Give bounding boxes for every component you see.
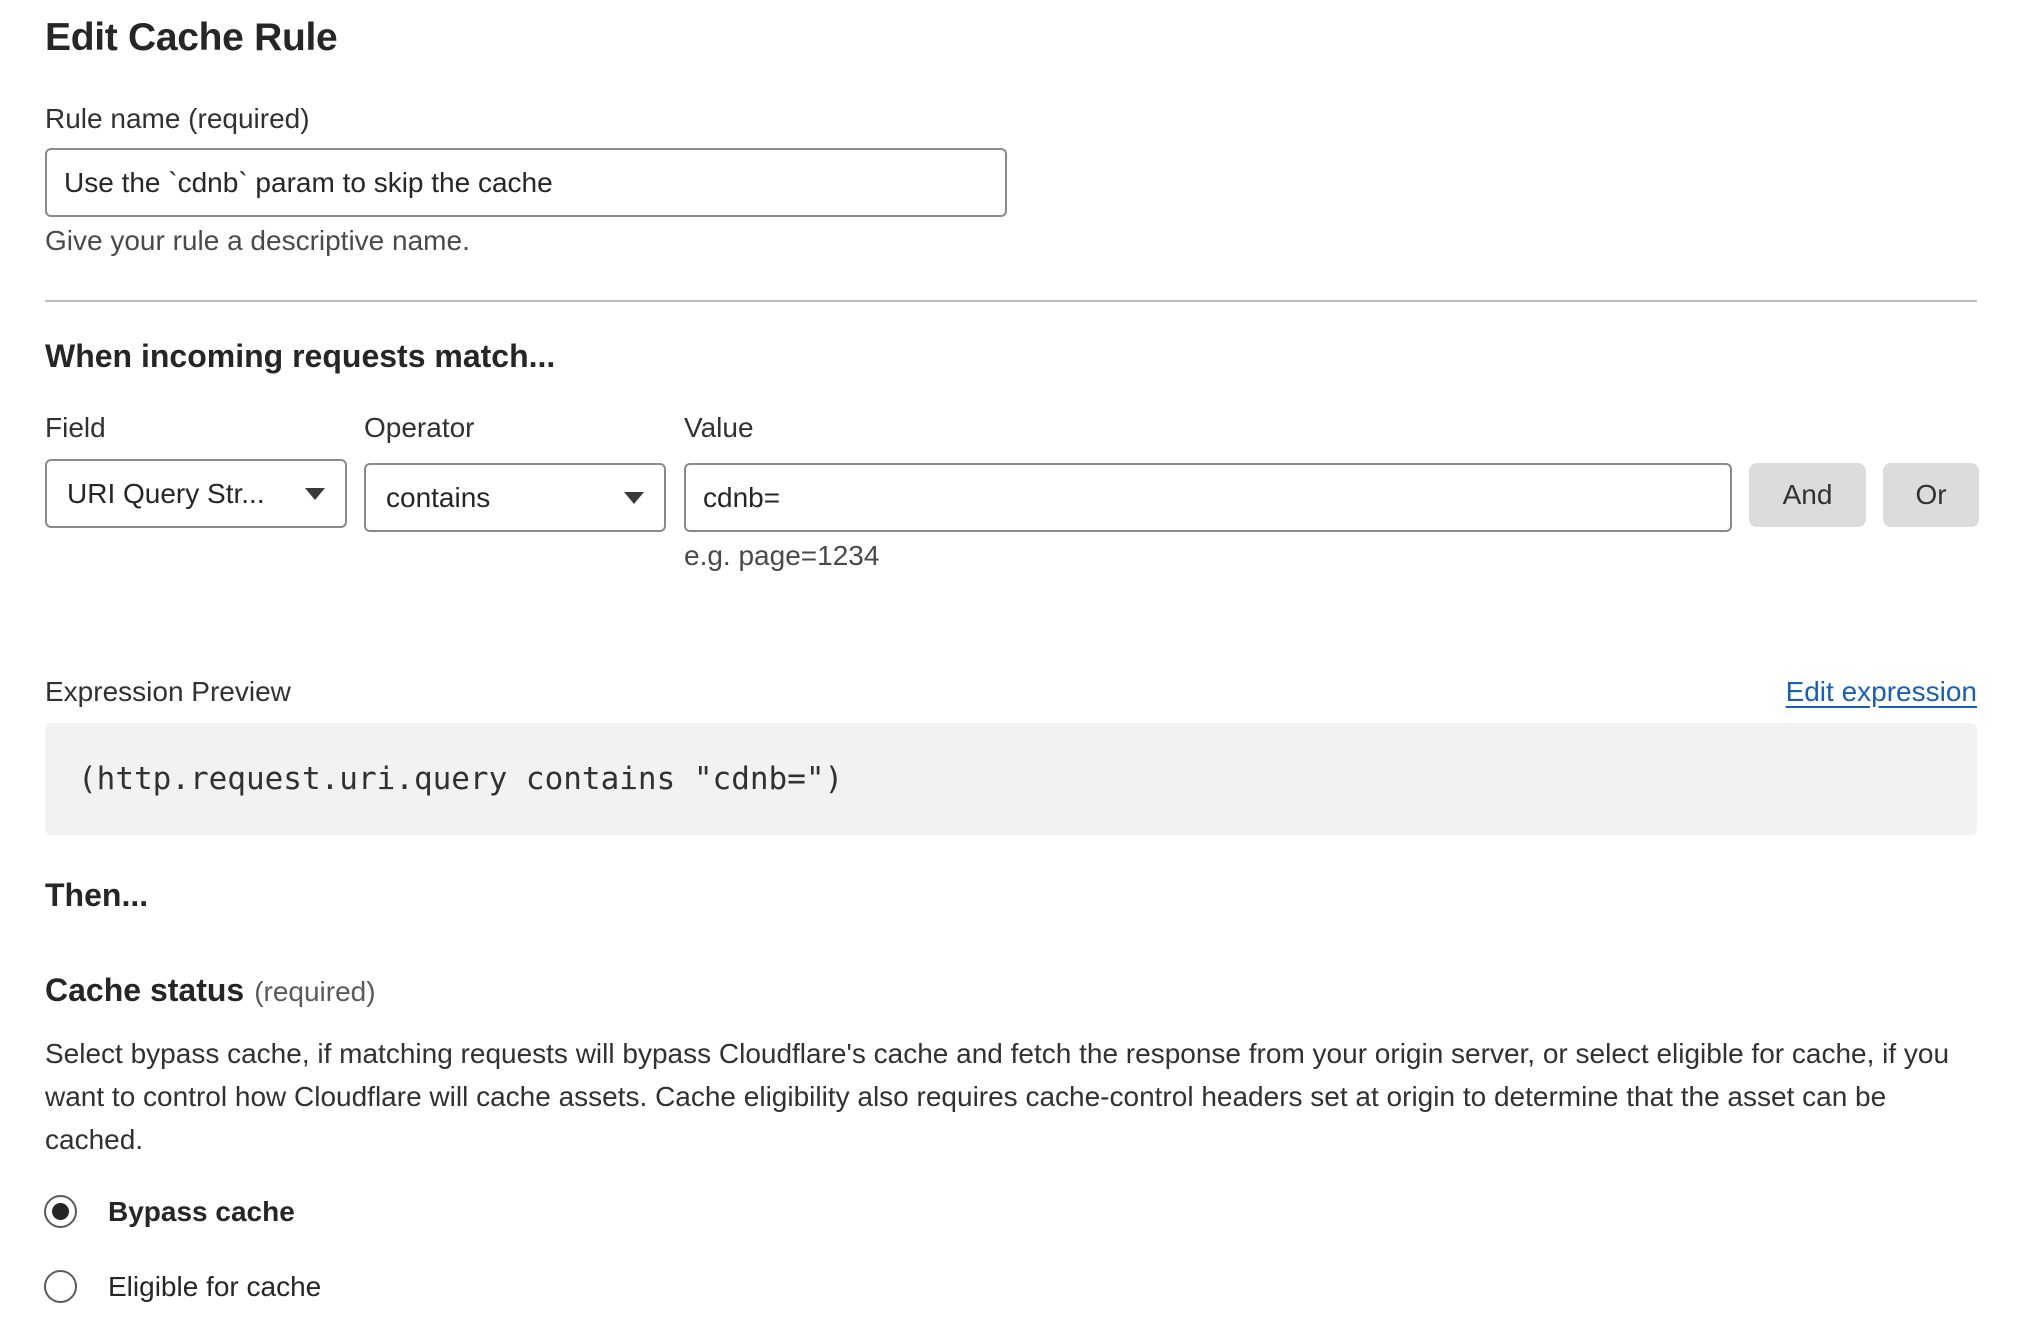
expression-preview-label: Expression Preview bbox=[45, 676, 291, 707]
cache-status-description: Select bypass cache, if matching request… bbox=[45, 1038, 1950, 1155]
rule-name-label: Rule name (required) bbox=[45, 103, 310, 134]
eligible-for-cache-label: Eligible for cache bbox=[108, 1270, 322, 1302]
operator-select-value: contains bbox=[386, 481, 491, 513]
rule-name-input[interactable] bbox=[45, 148, 1007, 217]
bypass-cache-label: Bypass cache bbox=[108, 1195, 295, 1227]
match-heading: When incoming requests match... bbox=[45, 338, 556, 374]
cache-status-heading: Cache status bbox=[45, 972, 245, 1008]
operator-label: Operator bbox=[364, 412, 475, 443]
edit-cache-rule-page: Edit Cache Rule Rule name (required) Giv… bbox=[0, 0, 2018, 1318]
rule-name-help: Give your rule a descriptive name. bbox=[45, 225, 470, 256]
radio-option-eligible-for-cache[interactable]: Eligible for cache bbox=[44, 1270, 321, 1303]
cache-status-heading-row: Cache status (required) bbox=[45, 972, 376, 1009]
section-divider bbox=[45, 300, 1977, 302]
chevron-down-icon bbox=[305, 487, 325, 500]
operator-select[interactable]: contains bbox=[364, 463, 666, 532]
value-label: Value bbox=[684, 412, 754, 443]
eligible-for-cache-radio[interactable] bbox=[44, 1270, 77, 1303]
value-input[interactable] bbox=[684, 463, 1732, 532]
or-button[interactable]: Or bbox=[1883, 463, 1979, 527]
bypass-cache-radio[interactable] bbox=[44, 1195, 77, 1228]
chevron-down-icon bbox=[624, 491, 644, 504]
value-hint: e.g. page=1234 bbox=[684, 540, 880, 571]
expression-preview-code: (http.request.uri.query contains "cdnb="… bbox=[45, 723, 1977, 835]
radio-option-bypass-cache[interactable]: Bypass cache bbox=[44, 1195, 295, 1228]
field-select-value: URI Query Str... bbox=[67, 477, 265, 509]
then-heading: Then... bbox=[45, 877, 149, 913]
edit-expression-link[interactable]: Edit expression bbox=[1786, 676, 1977, 708]
radio-selected-dot bbox=[52, 1203, 69, 1220]
field-select[interactable]: URI Query Str... bbox=[45, 459, 347, 528]
and-button[interactable]: And bbox=[1749, 463, 1866, 527]
page-title: Edit Cache Rule bbox=[45, 16, 338, 59]
cache-status-required: (required) bbox=[254, 976, 376, 1007]
field-label: Field bbox=[45, 412, 106, 443]
